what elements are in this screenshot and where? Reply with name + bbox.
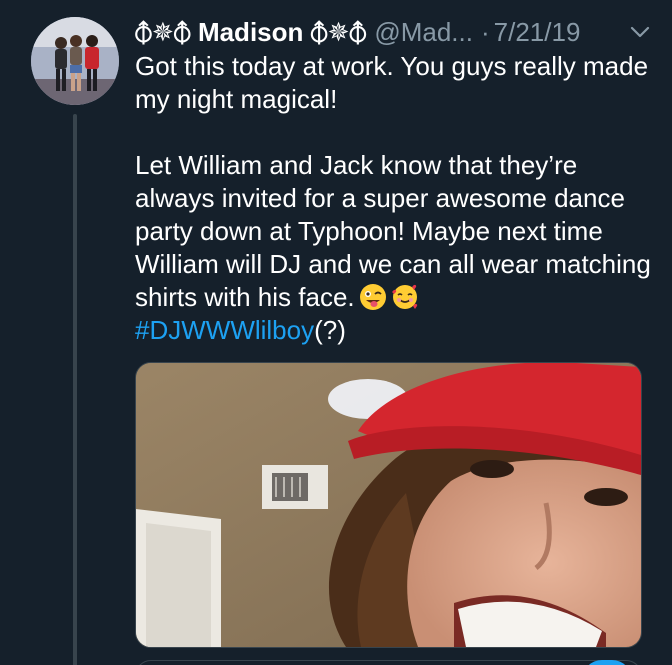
tweet[interactable]: ⦽✵⦽ Madison ⦽✵⦽ @Mad... · 7/21/19 Got th… <box>0 0 672 665</box>
tweet-text-paragraph-1: Got this today at work. You guys really … <box>135 51 649 114</box>
next-card-edge <box>135 660 642 665</box>
thread-line <box>73 114 77 665</box>
winking-face-with-tongue-icon <box>359 283 387 311</box>
tweet-photo[interactable] <box>135 362 642 648</box>
name-decoration-right: ⦽✵⦽ <box>310 17 367 47</box>
profile-avatar[interactable] <box>31 17 119 105</box>
separator-dot: · <box>480 17 490 47</box>
tweet-header: ⦽✵⦽ Madison ⦽✵⦽ @Mad... · 7/21/19 <box>135 14 652 50</box>
tweet-hashtag-line: #DJWWWlilboy(?) <box>135 314 655 347</box>
name-decoration-left: ⦽✵⦽ <box>135 17 191 47</box>
hashtag-suffix: (?) <box>314 315 346 345</box>
chevron-down-icon[interactable] <box>628 20 652 44</box>
smiling-face-with-hearts-icon <box>391 283 419 311</box>
user-handle[interactable]: @Mad... <box>374 17 473 47</box>
tweet-text-paragraph-2: Let William and Jack know that they’re a… <box>135 149 655 314</box>
display-name[interactable]: ⦽✵⦽ Madison ⦽✵⦽ <box>135 17 366 47</box>
display-name-text: Madison <box>197 17 304 47</box>
tweet-date[interactable]: 7/21/19 <box>494 17 581 47</box>
hashtag-link[interactable]: #DJWWWlilboy <box>135 315 314 345</box>
tweet-text: Got this today at work. You guys really … <box>135 50 655 347</box>
